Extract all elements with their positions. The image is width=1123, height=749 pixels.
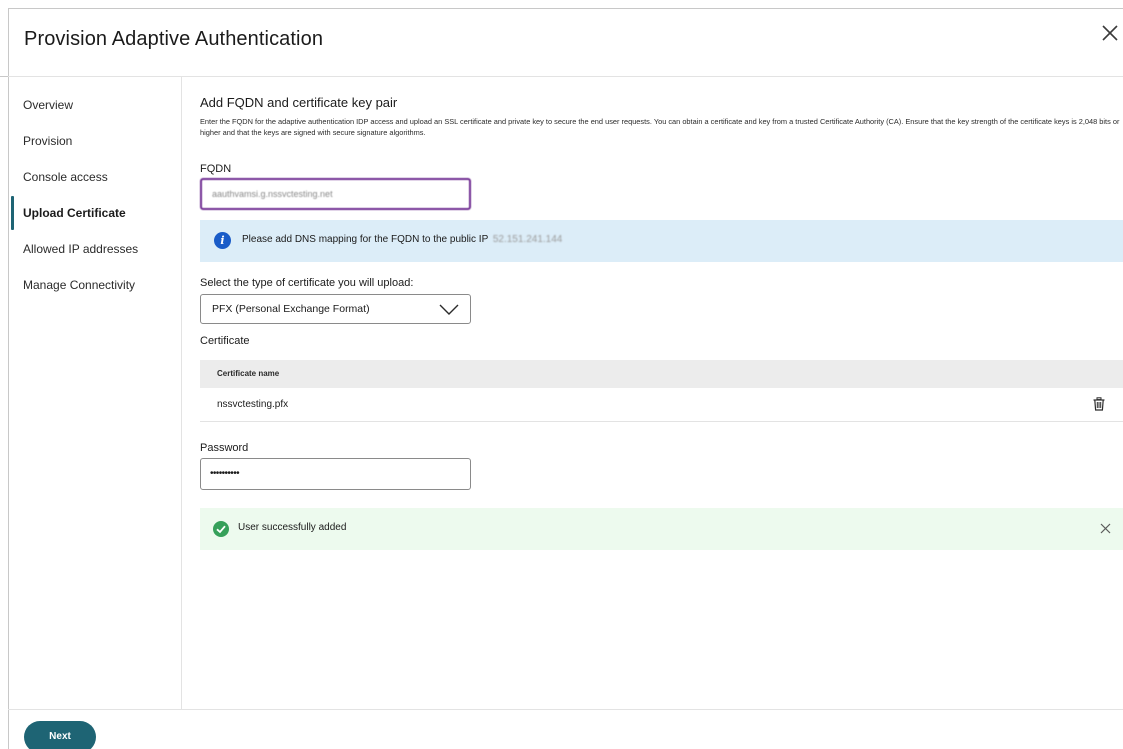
cert-type-selected: PFX (Personal Exchange Format): [212, 303, 370, 315]
success-banner: User successfully added: [200, 508, 1123, 550]
section-description: Enter the FQDN for the adaptive authenti…: [200, 117, 1120, 137]
dialog-top-border: [8, 8, 1123, 9]
column-header-certificate-name: Certificate name: [217, 369, 280, 378]
certificate-name-cell: nssvctesting.pfx: [217, 399, 289, 410]
check-circle-icon: [213, 521, 229, 537]
sidebar-item-upload-certificate[interactable]: Upload Certificate: [23, 203, 173, 223]
sidebar-nav: Overview Provision Console access Upload…: [9, 77, 182, 709]
footer-divider: [8, 709, 1123, 710]
divider: [0, 76, 8, 77]
sidebar-item-overview[interactable]: Overview: [23, 95, 173, 115]
cert-type-label: Select the type of certificate you will …: [200, 277, 414, 289]
close-icon[interactable]: [1100, 523, 1111, 534]
close-button[interactable]: [1099, 22, 1121, 44]
sidebar-item-manage-connectivity[interactable]: Manage Connectivity: [23, 275, 173, 295]
sidebar-item-console-access[interactable]: Console access: [23, 167, 173, 187]
sidebar-item-allowed-ip-addresses[interactable]: Allowed IP addresses: [23, 239, 173, 259]
password-input[interactable]: ••••••••••: [200, 458, 471, 490]
certificate-label: Certificate: [200, 335, 250, 347]
info-banner-text: Please add DNS mapping for the FQDN to t…: [242, 234, 562, 245]
table-row: nssvctesting.pfx: [200, 388, 1123, 422]
public-ip-value: 52.151.241.144: [492, 234, 563, 245]
password-label: Password: [200, 442, 249, 454]
section-title: Add FQDN and certificate key pair: [200, 95, 398, 110]
fqdn-input[interactable]: aauthvamsi.g.nssvctesting.net: [200, 178, 471, 210]
table-header: Certificate name: [200, 360, 1123, 388]
dialog-title: Provision Adaptive Authentication: [24, 28, 324, 50]
info-icon: i: [214, 232, 231, 249]
cert-type-select[interactable]: PFX (Personal Exchange Format): [200, 294, 471, 324]
success-message: User successfully added: [238, 522, 347, 533]
info-banner: i Please add DNS mapping for the FQDN to…: [200, 220, 1123, 262]
sidebar-item-provision[interactable]: Provision: [23, 131, 173, 151]
close-icon: [1102, 25, 1118, 41]
active-nav-indicator: [11, 196, 14, 230]
fqdn-label: FQDN: [200, 163, 232, 175]
chevron-down-icon: [439, 304, 459, 315]
trash-icon[interactable]: [1093, 397, 1105, 411]
next-button[interactable]: Next: [24, 721, 96, 749]
info-message: Please add DNS mapping for the FQDN to t…: [242, 234, 489, 245]
